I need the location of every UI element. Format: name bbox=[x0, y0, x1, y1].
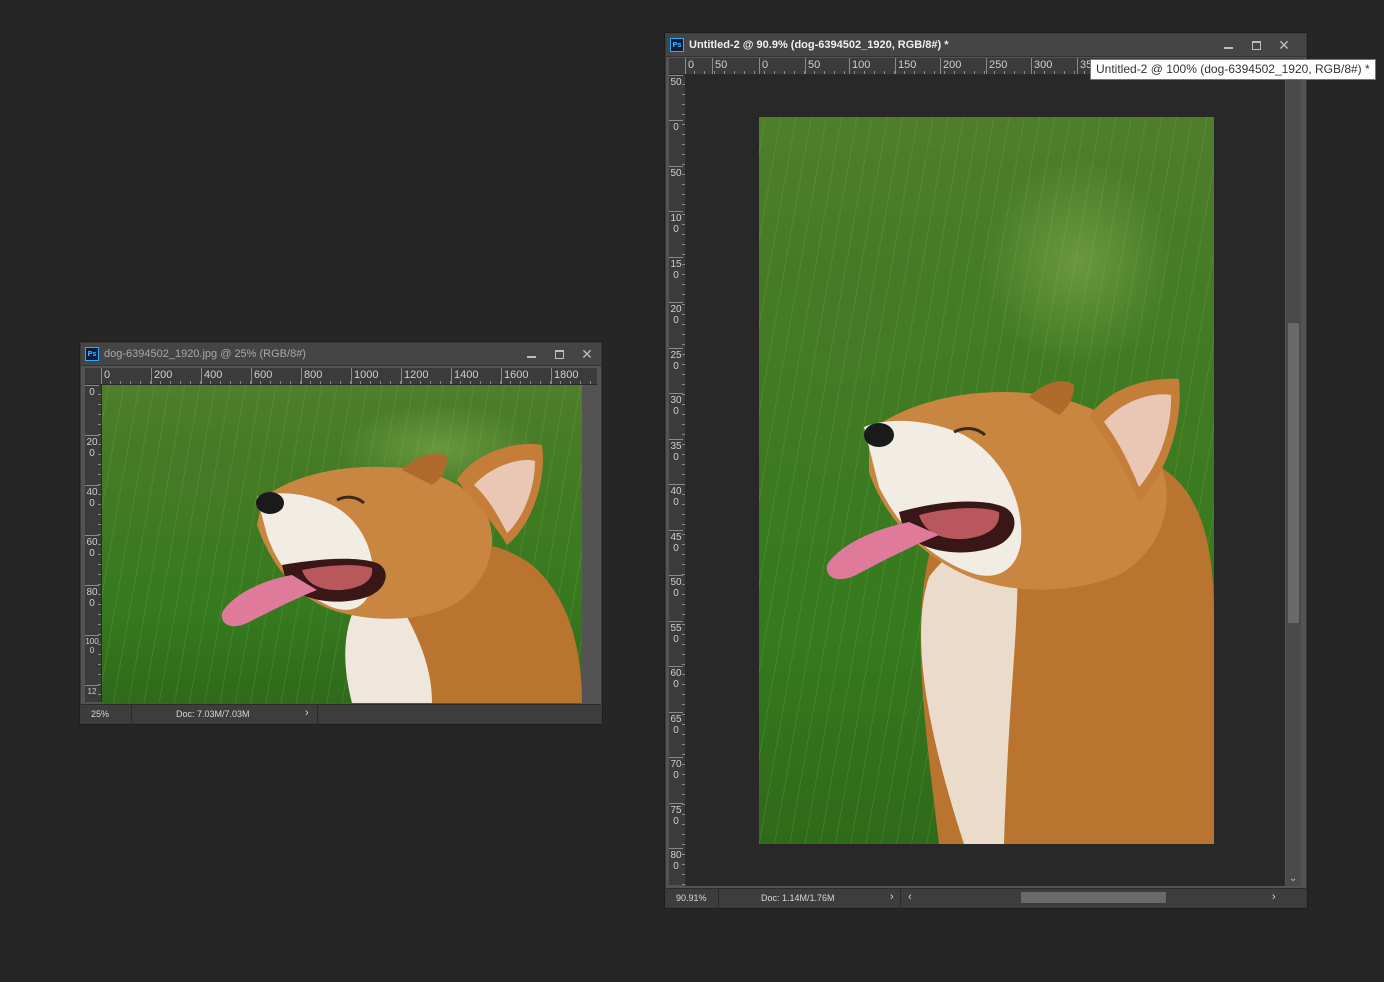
ruler-label: 400 bbox=[85, 485, 99, 509]
ruler-label: 200 bbox=[151, 368, 172, 384]
ruler-label: 800 bbox=[85, 585, 99, 609]
doc-size: Doc: 1.14M/1.76M bbox=[761, 893, 835, 903]
minimize-button[interactable] bbox=[1214, 35, 1242, 55]
close-button[interactable]: ✕ bbox=[1270, 35, 1298, 55]
ruler-label: 400 bbox=[201, 368, 222, 384]
tooltip-text: Untitled-2 @ 100% (dog-6394502_1920, RGB… bbox=[1096, 62, 1370, 76]
ruler-label: 150 bbox=[669, 257, 683, 281]
ruler-label: 300 bbox=[1031, 58, 1052, 74]
vertical-ruler[interactable]: 50 0 50 100 150 200 250 300 350 400 450 … bbox=[669, 75, 686, 885]
maximize-icon bbox=[554, 349, 564, 359]
ruler-label: 200 bbox=[940, 58, 961, 74]
ruler-label: 1400 bbox=[451, 368, 478, 384]
status-bar: 90.91% Doc: 1.14M/1.76M › ‹ › bbox=[666, 888, 1306, 907]
ruler-label: 0 bbox=[669, 120, 683, 133]
ruler-label: 200 bbox=[669, 302, 683, 326]
document-window-untitled-2[interactable]: Ps Untitled-2 @ 90.9% (dog-6394502_1920,… bbox=[665, 33, 1307, 908]
ruler-label: 1200 bbox=[401, 368, 428, 384]
ruler-label: 700 bbox=[669, 757, 683, 781]
ruler-label: 200 bbox=[85, 435, 99, 459]
ruler-label: 600 bbox=[669, 666, 683, 690]
ruler-label: 0 bbox=[101, 368, 110, 384]
document-window-dog-jpg[interactable]: Ps dog-6394502_1920.jpg @ 25% (RGB/8#) ✕… bbox=[80, 342, 602, 724]
ruler-label: 650 bbox=[669, 712, 683, 736]
ruler-label: 50 bbox=[805, 58, 820, 74]
horizontal-ruler[interactable]: 0 200 400 600 800 1000 1200 1400 1600 18… bbox=[101, 368, 597, 385]
corgi-illustration bbox=[221, 444, 582, 703]
maximize-icon bbox=[1251, 40, 1261, 50]
vertical-scrollbar[interactable]: ⌄ bbox=[1286, 75, 1301, 886]
scroll-right-icon[interactable]: › bbox=[1272, 891, 1276, 903]
close-button[interactable]: ✕ bbox=[573, 344, 601, 364]
corgi-illustration bbox=[826, 378, 1214, 844]
scroll-left-icon[interactable]: ‹ bbox=[908, 891, 912, 903]
ruler-label: 300 bbox=[669, 393, 683, 417]
status-bar: 25% Doc: 7.03M/7.03M › bbox=[81, 704, 601, 723]
ruler-label: 550 bbox=[669, 621, 683, 645]
ruler-label: 50 bbox=[712, 58, 727, 74]
ruler-label: 0 bbox=[759, 58, 768, 74]
ruler-label: 450 bbox=[669, 530, 683, 554]
ruler-label: 600 bbox=[251, 368, 272, 384]
photoshop-icon: Ps bbox=[85, 347, 99, 361]
ruler-label: 250 bbox=[986, 58, 1007, 74]
ruler-label: 1800 bbox=[551, 368, 578, 384]
ruler-label: 0 bbox=[85, 385, 99, 398]
horizontal-scroll-thumb[interactable] bbox=[1021, 892, 1166, 903]
ruler-label: 800 bbox=[301, 368, 322, 384]
ruler-label: 12 bbox=[85, 685, 99, 696]
ruler-label: 250 bbox=[669, 348, 683, 372]
ruler-label: 400 bbox=[669, 484, 683, 508]
scroll-down-icon[interactable]: ⌄ bbox=[1289, 873, 1297, 884]
ruler-label: 100 bbox=[669, 211, 683, 235]
vertical-scroll-thumb[interactable] bbox=[1288, 323, 1299, 623]
dog-photo bbox=[102, 385, 582, 703]
window-title: dog-6394502_1920.jpg @ 25% (RGB/8#) bbox=[104, 348, 306, 360]
vertical-ruler[interactable]: 0 200 400 600 800 1000 12 bbox=[85, 385, 102, 702]
status-menu-arrow-icon[interactable]: › bbox=[305, 707, 309, 719]
maximize-button[interactable] bbox=[1242, 35, 1270, 55]
window-title: Untitled-2 @ 90.9% (dog-6394502_1920, RG… bbox=[689, 39, 949, 51]
photoshop-icon: Ps bbox=[670, 38, 684, 52]
zoom-level[interactable]: 90.91% bbox=[676, 893, 707, 903]
ruler-label: 600 bbox=[85, 535, 99, 559]
ruler-label: 1000 bbox=[85, 635, 99, 655]
status-menu-arrow-icon[interactable]: › bbox=[890, 891, 894, 903]
ruler-label: 1000 bbox=[351, 368, 378, 384]
ruler-label: 100 bbox=[849, 58, 870, 74]
ruler-label: 800 bbox=[669, 848, 683, 872]
minimize-icon bbox=[1223, 47, 1233, 49]
ruler-origin[interactable] bbox=[669, 58, 686, 75]
title-bar[interactable]: Ps dog-6394502_1920.jpg @ 25% (RGB/8#) ✕ bbox=[81, 343, 601, 366]
ruler-label: 1600 bbox=[501, 368, 528, 384]
ruler-label: 0 bbox=[685, 58, 694, 74]
maximize-button[interactable] bbox=[545, 344, 573, 364]
document-canvas[interactable] bbox=[102, 385, 582, 703]
ruler-label: 500 bbox=[669, 575, 683, 599]
ruler-label: 350 bbox=[669, 439, 683, 463]
dog-photo-cropped bbox=[759, 117, 1214, 844]
minimize-button[interactable] bbox=[517, 344, 545, 364]
document-canvas[interactable] bbox=[686, 75, 1285, 886]
close-icon: ✕ bbox=[581, 345, 593, 362]
doc-size: Doc: 7.03M/7.03M bbox=[176, 709, 250, 719]
ruler-origin[interactable] bbox=[85, 368, 102, 385]
ruler-label: 750 bbox=[669, 803, 683, 827]
title-bar[interactable]: Ps Untitled-2 @ 90.9% (dog-6394502_1920,… bbox=[666, 34, 1306, 57]
tooltip: Untitled-2 @ 100% (dog-6394502_1920, RGB… bbox=[1090, 59, 1376, 80]
minimize-icon bbox=[526, 356, 536, 358]
zoom-level[interactable]: 25% bbox=[91, 709, 109, 719]
ruler-label: 150 bbox=[895, 58, 916, 74]
ruler-label: 50 bbox=[669, 166, 683, 179]
ruler-label: 50 bbox=[669, 75, 683, 88]
close-icon: ✕ bbox=[1278, 36, 1290, 53]
